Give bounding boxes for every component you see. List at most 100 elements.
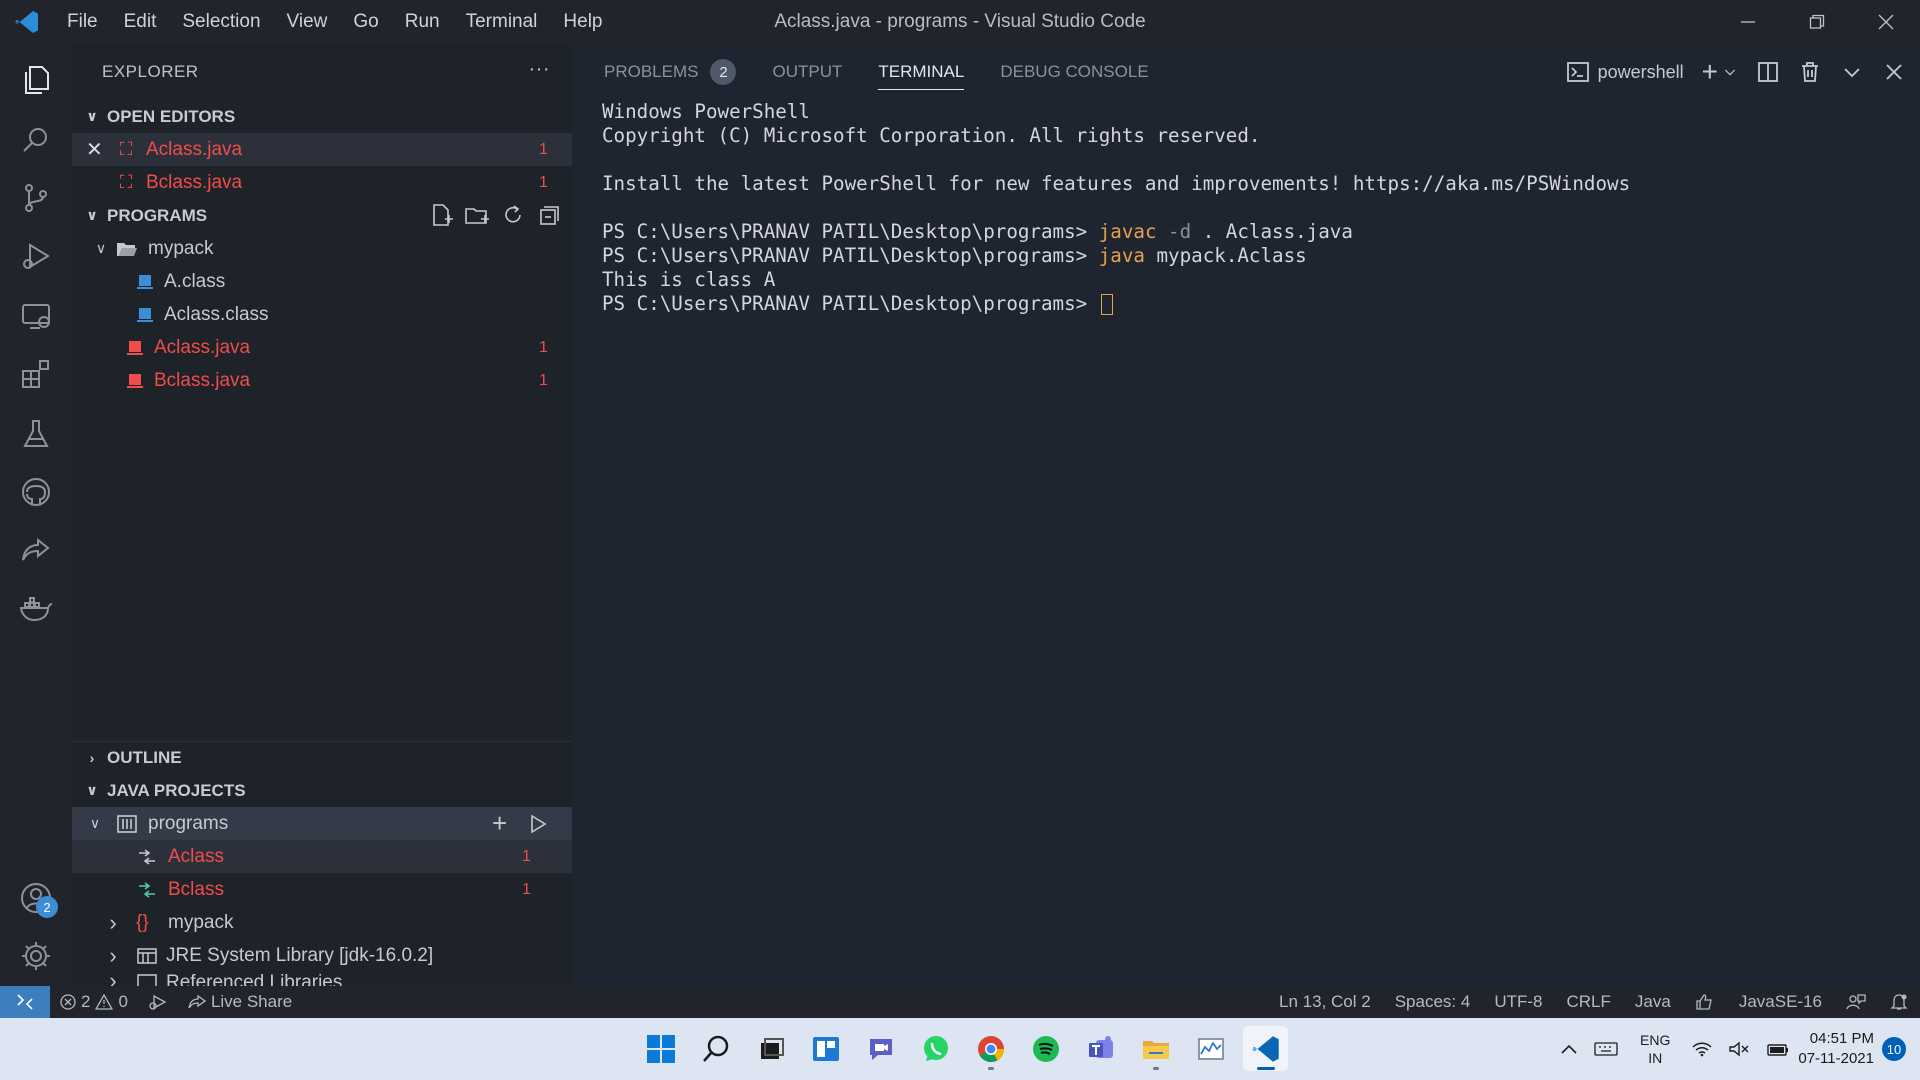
new-folder-icon[interactable] [464, 202, 490, 228]
menu-view[interactable]: View [274, 0, 341, 44]
open-editor-item[interactable]: ✕ ⛶ Aclass.java 1 [72, 133, 572, 166]
show-hidden-icon[interactable] [1552, 1043, 1586, 1055]
problems-status[interactable]: 2 0 [50, 992, 138, 1012]
menu-go[interactable]: Go [340, 0, 391, 44]
extensions-icon[interactable] [0, 344, 72, 404]
trash-icon[interactable] [1798, 60, 1822, 84]
refresh-icon[interactable] [500, 202, 526, 228]
teams-chat-icon[interactable] [858, 1026, 903, 1071]
programs-section[interactable]: ∨ PROGRAMS [72, 199, 572, 232]
volume-muted-icon[interactable] [1720, 1041, 1758, 1057]
open-editor-item[interactable]: ⛶ Bclass.java 1 [72, 166, 572, 199]
encoding[interactable]: UTF-8 [1482, 992, 1554, 1012]
live-share-icon[interactable] [0, 520, 72, 580]
chevron-down-icon[interactable] [1722, 60, 1738, 84]
project-row[interactable]: ∨ programs + [72, 807, 572, 840]
class-row[interactable]: Aclass 1 [72, 840, 572, 873]
notifications-status[interactable] [1878, 993, 1920, 1011]
restore-button[interactable] [1782, 0, 1851, 44]
remote-explorer-icon[interactable] [0, 286, 72, 346]
language-mode[interactable]: Java [1623, 992, 1683, 1012]
keyboard-icon[interactable] [1586, 1041, 1626, 1057]
close-button[interactable] [1851, 0, 1920, 44]
testing-icon[interactable] [0, 404, 72, 464]
menu-file[interactable]: File [54, 0, 111, 44]
github-icon[interactable] [0, 462, 72, 522]
vscode-taskbar-icon[interactable] [1243, 1026, 1288, 1071]
maximize-panel-icon[interactable] [1840, 60, 1864, 84]
minimize-button[interactable] [1713, 0, 1782, 44]
java-version[interactable]: JavaSE-16 [1727, 992, 1834, 1012]
prompt: PS C:\Users\PRANAV PATIL\Desktop\program… [602, 220, 1099, 243]
file-row[interactable]: Bclass.java 1 [72, 364, 572, 397]
close-panel-icon[interactable] [1882, 60, 1906, 84]
library-row[interactable]: › JRE System Library [jdk-16.0.2] [72, 939, 572, 972]
source-control-icon[interactable] [0, 168, 72, 228]
live-share-status[interactable]: Live Share [178, 992, 302, 1012]
menu-bar: File Edit Selection View Go Run Terminal… [54, 0, 616, 44]
spotify-icon[interactable] [1023, 1026, 1068, 1071]
chrome-icon[interactable] [968, 1026, 1013, 1071]
gear-icon[interactable] [0, 926, 72, 986]
menu-edit[interactable]: Edit [111, 0, 170, 44]
feedback-status[interactable] [1683, 993, 1727, 1011]
split-terminal-icon[interactable] [1756, 60, 1780, 84]
remote-indicator[interactable] [0, 986, 50, 1018]
feedback-account-status[interactable] [1834, 993, 1878, 1011]
terminal-output[interactable]: Windows PowerShell Copyright (C) Microso… [572, 100, 1920, 316]
activity-bar: 2 [0, 44, 72, 986]
status-bar: 2 0 Live Share Ln 13, Col 2 Spaces: 4 UT… [0, 986, 1920, 1018]
run-tasks-status[interactable] [138, 993, 178, 1011]
explorer-icon[interactable] [0, 50, 72, 110]
start-icon[interactable] [638, 1026, 683, 1071]
line-ending[interactable]: CRLF [1555, 992, 1623, 1012]
package-row[interactable]: › {} mypack [72, 906, 572, 939]
tab-terminal[interactable]: TERMINAL [878, 44, 964, 100]
widgets-icon[interactable] [803, 1026, 848, 1071]
taskbar-search-icon[interactable] [693, 1026, 738, 1071]
tab-debug-console[interactable]: DEBUG CONSOLE [1000, 44, 1148, 100]
terminal-selector[interactable]: powershell [1566, 60, 1684, 84]
chevron-right-icon: › [109, 909, 117, 935]
notification-badge[interactable]: 10 [1882, 1037, 1906, 1061]
menu-help[interactable]: Help [550, 0, 615, 44]
search-icon[interactable] [0, 110, 72, 170]
new-file-icon[interactable] [428, 202, 454, 228]
chevron-down-icon: ∨ [95, 240, 107, 256]
accounts-icon[interactable]: 2 [0, 868, 72, 928]
file-row[interactable]: Aclass.java 1 [72, 331, 572, 364]
teams-icon[interactable] [1078, 1026, 1123, 1071]
run-debug-icon[interactable] [0, 226, 72, 286]
run-icon[interactable] [528, 814, 548, 834]
language-indicator[interactable]: ENG IN [1626, 1031, 1684, 1067]
open-editors-section[interactable]: ∨ OPEN EDITORS [72, 100, 572, 133]
class-row[interactable]: Bclass 1 [72, 873, 572, 906]
folder-row[interactable]: ∨ mypack [72, 232, 572, 265]
java-projects-section[interactable]: ∨ JAVA PROJECTS [72, 774, 572, 807]
file-explorer-icon[interactable] [1133, 1026, 1178, 1071]
terminal-command-line: PS C:\Users\PRANAV PATIL\Desktop\program… [602, 244, 1920, 268]
add-icon[interactable]: + [492, 808, 507, 839]
new-terminal-icon[interactable]: + [1702, 56, 1718, 88]
library-row[interactable]: › Referenced Libraries [72, 972, 572, 986]
close-editor-icon[interactable]: ✕ [86, 137, 116, 162]
menu-selection[interactable]: Selection [169, 0, 273, 44]
indentation[interactable]: Spaces: 4 [1383, 992, 1483, 1012]
clock[interactable]: 04:51 PM 07-11-2021 [1798, 1029, 1882, 1069]
tab-problems[interactable]: PROBLEMS 2 [604, 44, 737, 100]
task-view-icon[interactable] [748, 1026, 793, 1071]
cursor-position[interactable]: Ln 13, Col 2 [1267, 992, 1383, 1012]
collapse-all-icon[interactable] [536, 202, 562, 228]
file-row[interactable]: Aclass.class [72, 298, 572, 331]
tab-output[interactable]: OUTPUT [772, 44, 842, 100]
whatsapp-icon[interactable] [913, 1026, 958, 1071]
docker-icon[interactable] [0, 578, 72, 638]
menu-terminal[interactable]: Terminal [453, 0, 551, 44]
outline-section[interactable]: › OUTLINE [72, 741, 572, 774]
file-row[interactable]: A.class [72, 265, 572, 298]
wifi-icon[interactable] [1684, 1041, 1720, 1057]
task-manager-icon[interactable] [1188, 1026, 1233, 1071]
more-actions-icon[interactable]: ··· [529, 58, 550, 81]
battery-icon[interactable] [1758, 1041, 1798, 1057]
menu-run[interactable]: Run [392, 0, 453, 44]
